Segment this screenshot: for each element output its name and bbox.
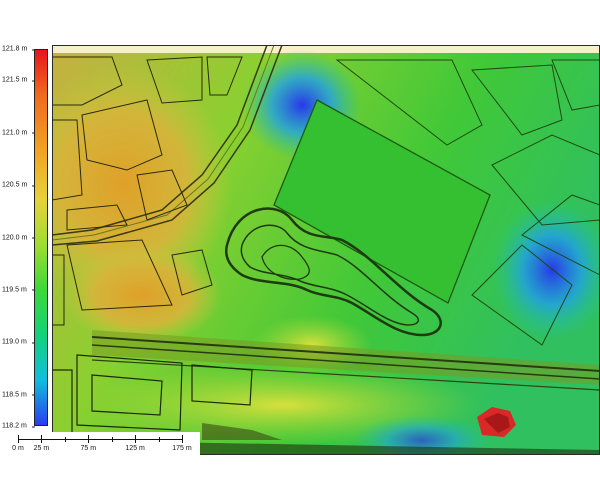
scale-line bbox=[18, 439, 182, 440]
scale-minor-mark bbox=[41, 437, 43, 442]
elevation-legend: 121.8 m 121.5 m 121.0 m 120.5 m 120.0 m 119.5… bbox=[0, 45, 52, 435]
legend-tick-label: 121.8 m bbox=[2, 45, 36, 53]
scale-minor-mark bbox=[111, 437, 113, 442]
scale-minor-mark bbox=[135, 437, 137, 442]
scale-minor-mark bbox=[182, 437, 183, 442]
scale-minor-mark bbox=[158, 437, 160, 442]
color-scale-bar bbox=[34, 49, 48, 426]
legend-tick-label: 118.5 m bbox=[2, 391, 35, 399]
scale-tick-label: 175 m bbox=[172, 445, 192, 452]
scale-minor-mark bbox=[88, 437, 90, 442]
legend-tick-label: 120.0 m bbox=[2, 234, 36, 241]
scale-tick-label: 125 m bbox=[125, 445, 145, 452]
legend-tick-label: 119.0 m bbox=[2, 338, 35, 346]
scale-bar: 0 m 25 m 75 m 125 m 175 m bbox=[0, 432, 200, 456]
legend-tick-label: 121.0 m bbox=[2, 129, 36, 137]
legend-tick-label: 120.5 m bbox=[2, 181, 36, 189]
elevation-map bbox=[52, 45, 600, 455]
legend-tick-label: 119.5 m bbox=[2, 286, 35, 294]
scale-tick-label: 25 m bbox=[33, 445, 50, 452]
legend-tick-label: 121.5 m bbox=[2, 76, 36, 84]
scale-tick-label: 75 m bbox=[80, 445, 97, 452]
high-zone-west bbox=[62, 245, 222, 345]
top-edge-band bbox=[52, 45, 600, 53]
scale-minor-mark bbox=[64, 437, 66, 442]
legend-tick-label: 118.2 m bbox=[2, 422, 35, 430]
scale-minor-mark bbox=[18, 437, 19, 442]
scale-tick-label: 0 m bbox=[12, 445, 24, 452]
